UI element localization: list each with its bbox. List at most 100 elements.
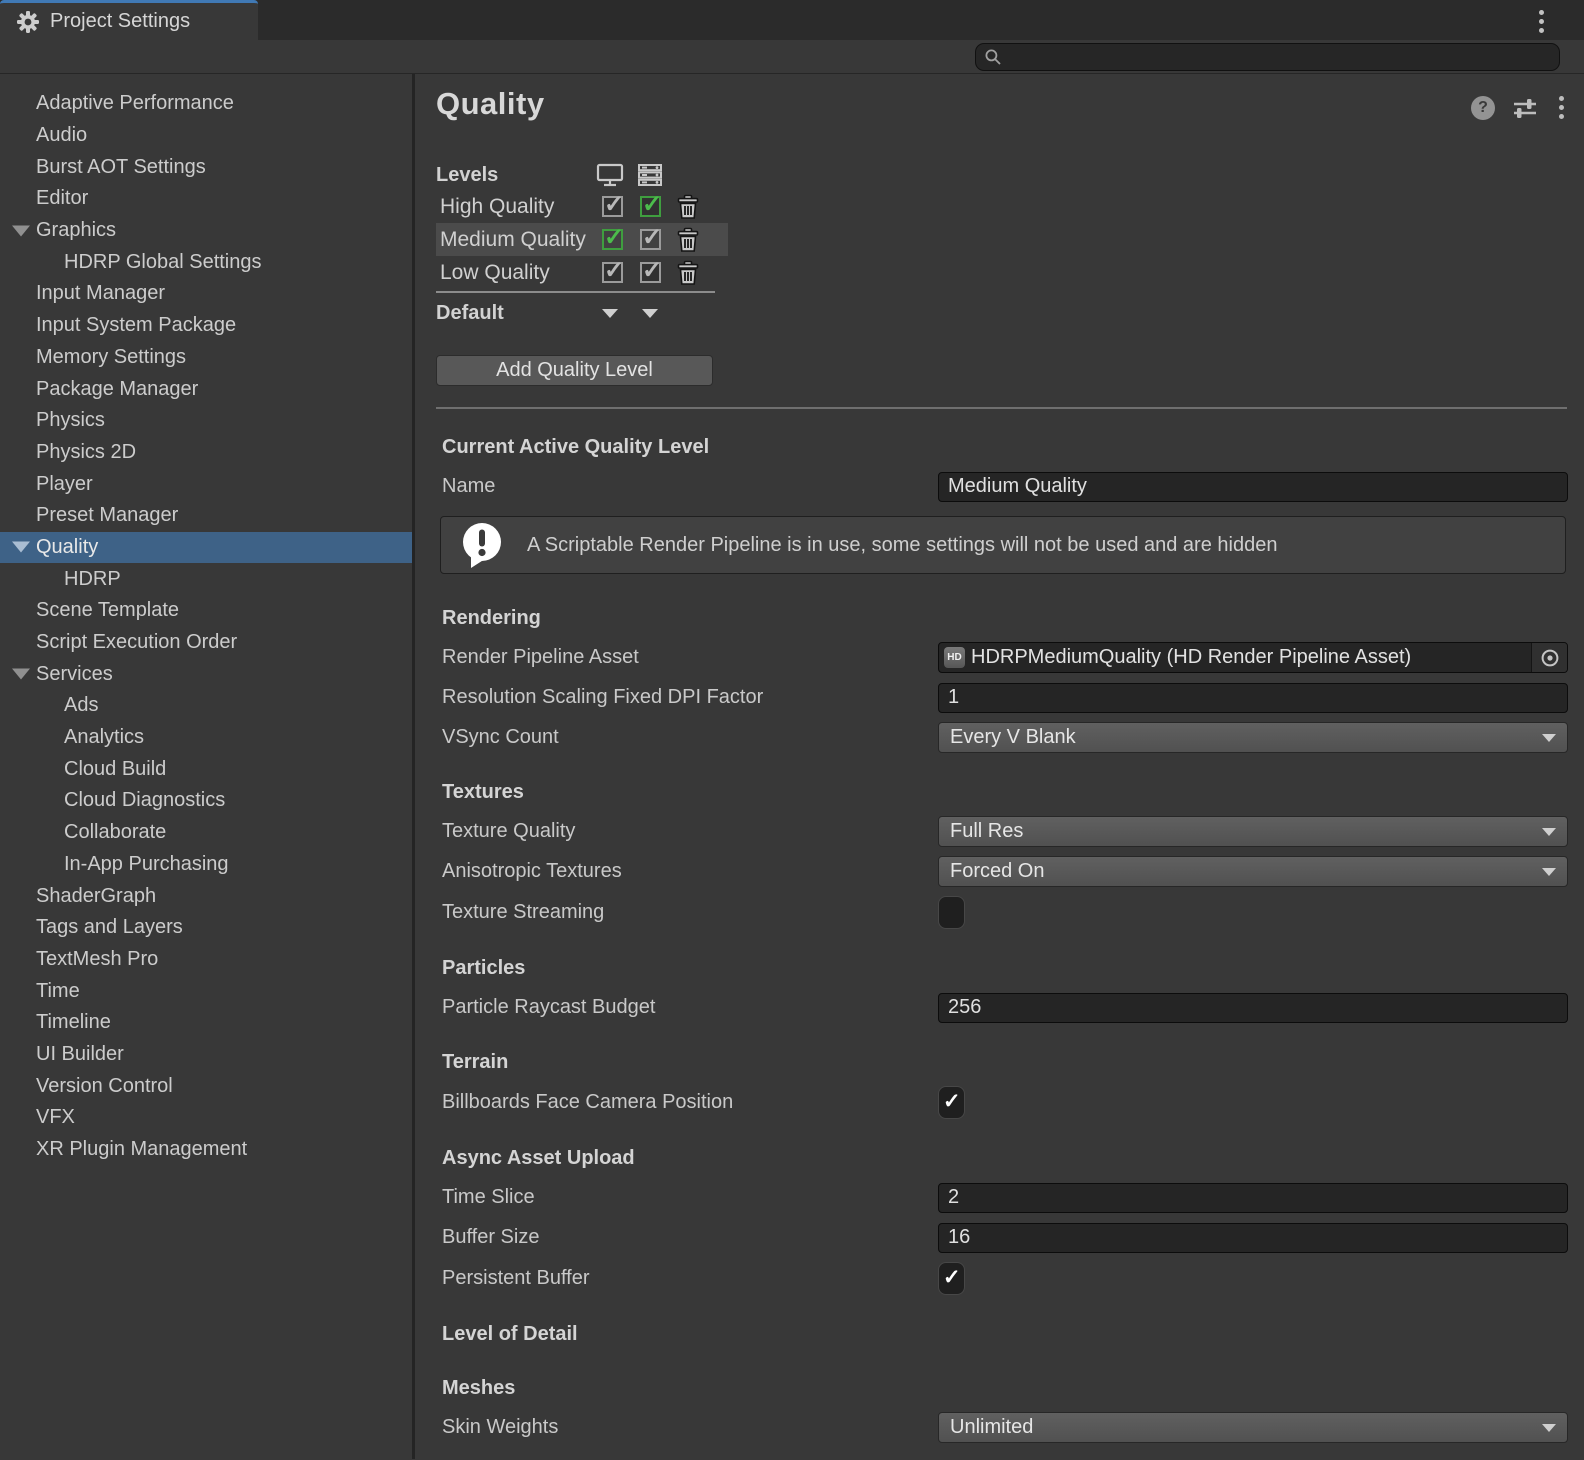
low-server-checkbox[interactable] <box>640 262 661 283</box>
meshes-title: Meshes <box>442 1377 1568 1403</box>
vsync-count-dropdown[interactable]: Every V Blank <box>938 722 1568 753</box>
presets-icon[interactable] <box>1512 96 1538 120</box>
render-pipeline-asset-label: Render Pipeline Asset <box>442 646 938 669</box>
sidebar-item-vfx[interactable]: VFX <box>0 1102 412 1134</box>
default-server-dropdown-icon[interactable] <box>642 309 658 318</box>
server-platform-icon[interactable] <box>636 162 664 188</box>
quality-level-row-low[interactable]: Low Quality <box>436 256 728 289</box>
sidebar-item-hdrp[interactable]: HDRP <box>0 563 412 595</box>
texture-streaming-label: Texture Streaming <box>442 901 938 924</box>
sidebar-item-memory-settings[interactable]: Memory Settings <box>0 342 412 374</box>
object-picker-icon[interactable] <box>1531 643 1567 672</box>
sidebar-item-player[interactable]: Player <box>0 468 412 500</box>
desktop-platform-icon[interactable] <box>596 162 624 188</box>
sidebar-item-textmesh-pro[interactable]: TextMesh Pro <box>0 944 412 976</box>
high-desktop-checkbox[interactable] <box>602 196 623 217</box>
billboards-face-camera-checkbox[interactable] <box>938 1086 965 1119</box>
settings-toolbar <box>0 40 1584 74</box>
sidebar-item-label: Input System Package <box>36 314 236 337</box>
sidebar-item-analytics[interactable]: Analytics <box>0 722 412 754</box>
sidebar-item-script-execution-order[interactable]: Script Execution Order <box>0 627 412 659</box>
quality-level-row-high[interactable]: High Quality <box>436 190 728 223</box>
sidebar-item-label: Memory Settings <box>36 346 186 369</box>
low-desktop-checkbox[interactable] <box>602 262 623 283</box>
sidebar-item-cloud-diagnostics[interactable]: Cloud Diagnostics <box>0 785 412 817</box>
particle-raycast-budget-field[interactable] <box>938 993 1568 1023</box>
skin-weights-dropdown[interactable]: Unlimited <box>938 1412 1568 1443</box>
default-desktop-dropdown-icon[interactable] <box>602 309 618 318</box>
sidebar-item-preset-manager[interactable]: Preset Manager <box>0 500 412 532</box>
buffer-size-field[interactable] <box>938 1223 1568 1253</box>
sidebar-item-scene-template[interactable]: Scene Template <box>0 595 412 627</box>
sidebar-item-timeline[interactable]: Timeline <box>0 1007 412 1039</box>
quality-name-field[interactable] <box>938 472 1568 502</box>
particle-raycast-budget-label: Particle Raycast Budget <box>442 996 938 1019</box>
sidebar-item-version-control[interactable]: Version Control <box>0 1070 412 1102</box>
render-pipeline-asset-field[interactable]: HD HDRPMediumQuality (HD Render Pipeline… <box>938 642 1568 673</box>
sidebar-item-shadergraph[interactable]: ShaderGraph <box>0 880 412 912</box>
sidebar-item-label: TextMesh Pro <box>36 948 158 971</box>
sidebar-item-editor[interactable]: Editor <box>0 183 412 215</box>
trash-icon[interactable] <box>676 194 700 220</box>
persistent-buffer-checkbox[interactable] <box>938 1262 965 1295</box>
sidebar-item-label: Ads <box>64 694 98 717</box>
sidebar-item-ui-builder[interactable]: UI Builder <box>0 1039 412 1071</box>
sidebar-item-quality[interactable]: Quality <box>0 532 412 564</box>
chevron-down-icon <box>1542 828 1556 836</box>
texture-quality-dropdown[interactable]: Full Res <box>938 816 1568 847</box>
sidebar-item-graphics[interactable]: Graphics <box>0 215 412 247</box>
sidebar-item-adaptive-performance[interactable]: Adaptive Performance <box>0 88 412 120</box>
add-quality-level-button[interactable]: Add Quality Level <box>436 355 713 386</box>
search-box[interactable] <box>975 43 1560 71</box>
expander-triangle-icon[interactable] <box>12 669 30 680</box>
sidebar-item-label: Version Control <box>36 1075 173 1098</box>
search-input[interactable] <box>1008 47 1528 68</box>
name-label: Name <box>442 475 938 498</box>
medium-server-checkbox[interactable] <box>640 229 661 250</box>
trash-icon[interactable] <box>676 260 700 286</box>
sidebar-item-input-system-package[interactable]: Input System Package <box>0 310 412 342</box>
sidebar-item-xr-plugin-management[interactable]: XR Plugin Management <box>0 1134 412 1166</box>
sidebar-item-label: Package Manager <box>36 378 198 401</box>
dpi-factor-field[interactable] <box>938 683 1568 713</box>
sidebar-item-burst-aot-settings[interactable]: Burst AOT Settings <box>0 151 412 183</box>
anisotropic-textures-dropdown[interactable]: Forced On <box>938 856 1568 887</box>
sidebar-item-label: Cloud Diagnostics <box>64 789 225 812</box>
medium-desktop-checkbox[interactable] <box>602 229 623 250</box>
sidebar-item-physics[interactable]: Physics <box>0 405 412 437</box>
trash-icon[interactable] <box>676 227 700 253</box>
time-slice-field[interactable] <box>938 1183 1568 1213</box>
sidebar-item-input-manager[interactable]: Input Manager <box>0 278 412 310</box>
sidebar-item-package-manager[interactable]: Package Manager <box>0 373 412 405</box>
sidebar-item-label: Collaborate <box>64 821 166 844</box>
quality-panel: Quality ? Levels <box>415 74 1584 1459</box>
levels-header: Levels <box>436 164 596 187</box>
sidebar-item-audio[interactable]: Audio <box>0 120 412 152</box>
sidebar-item-label: HDRP <box>64 568 121 591</box>
sidebar-item-label: Script Execution Order <box>36 631 237 654</box>
sidebar-item-label: HDRP Global Settings <box>64 251 262 274</box>
sidebar-item-services[interactable]: Services <box>0 658 412 690</box>
sidebar-item-label: XR Plugin Management <box>36 1138 247 1161</box>
texture-streaming-checkbox[interactable] <box>938 896 965 929</box>
sidebar-item-in-app-purchasing[interactable]: In-App Purchasing <box>0 849 412 881</box>
tab-project-settings[interactable]: Project Settings <box>0 0 258 40</box>
sidebar-item-cloud-build[interactable]: Cloud Build <box>0 753 412 785</box>
sidebar-item-ads[interactable]: Ads <box>0 690 412 722</box>
sidebar-item-label: Input Manager <box>36 282 165 305</box>
sidebar-item-time[interactable]: Time <box>0 975 412 1007</box>
quality-level-row-medium[interactable]: Medium Quality <box>436 223 728 256</box>
help-icon[interactable]: ? <box>1471 96 1495 120</box>
high-server-checkbox[interactable] <box>640 196 661 217</box>
default-row-label: Default <box>436 302 602 325</box>
window-menu-button[interactable] <box>1532 7 1550 35</box>
expander-triangle-icon[interactable] <box>12 225 30 236</box>
sidebar-item-hdrp-global-settings[interactable]: HDRP Global Settings <box>0 246 412 278</box>
panel-menu-icon[interactable] <box>1555 94 1568 121</box>
expander-triangle-icon[interactable] <box>12 542 30 553</box>
sidebar-item-physics-2d[interactable]: Physics 2D <box>0 437 412 469</box>
sidebar-item-tags-and-layers[interactable]: Tags and Layers <box>0 912 412 944</box>
sidebar-item-collaborate[interactable]: Collaborate <box>0 817 412 849</box>
sidebar-item-label: Editor <box>36 187 88 210</box>
search-icon <box>984 48 1002 66</box>
